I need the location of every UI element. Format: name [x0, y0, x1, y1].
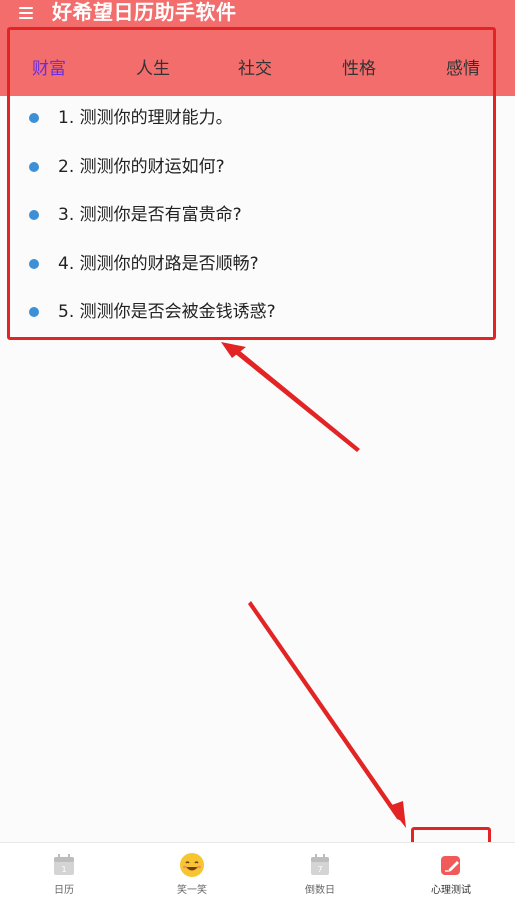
svg-text:1: 1 — [61, 865, 66, 874]
annotation-arrow-up-head — [221, 342, 246, 358]
nav-label: 笑一笑 — [177, 885, 207, 896]
nav-label: 心理测试 — [431, 885, 471, 896]
bottom-navigation: 1 日历 笑一笑 7 倒数日 心理测试 — [0, 842, 515, 905]
annotation-arrow-down — [248, 601, 404, 822]
nav-countdown[interactable]: 7 倒数日 — [256, 843, 384, 905]
nav-psych-test[interactable]: 心理测试 — [387, 843, 515, 905]
annotation-arrow-down-head — [389, 801, 406, 828]
nav-calendar[interactable]: 1 日历 — [0, 843, 128, 905]
annotation-highlight-box — [7, 27, 496, 340]
nav-joke[interactable]: 笑一笑 — [128, 843, 256, 905]
app-title: 好希望日历助手软件 — [52, 0, 237, 24]
nav-label: 日历 — [54, 885, 74, 896]
smiley-face-icon — [180, 853, 204, 877]
calendar-icon: 1 — [54, 854, 74, 875]
hamburger-menu-icon[interactable] — [19, 5, 33, 19]
edit-note-icon — [441, 856, 460, 875]
countdown-calendar-icon: 7 — [311, 854, 329, 875]
nav-label: 倒数日 — [305, 885, 335, 896]
svg-text:7: 7 — [317, 865, 322, 874]
annotation-arrow-up — [224, 343, 360, 452]
